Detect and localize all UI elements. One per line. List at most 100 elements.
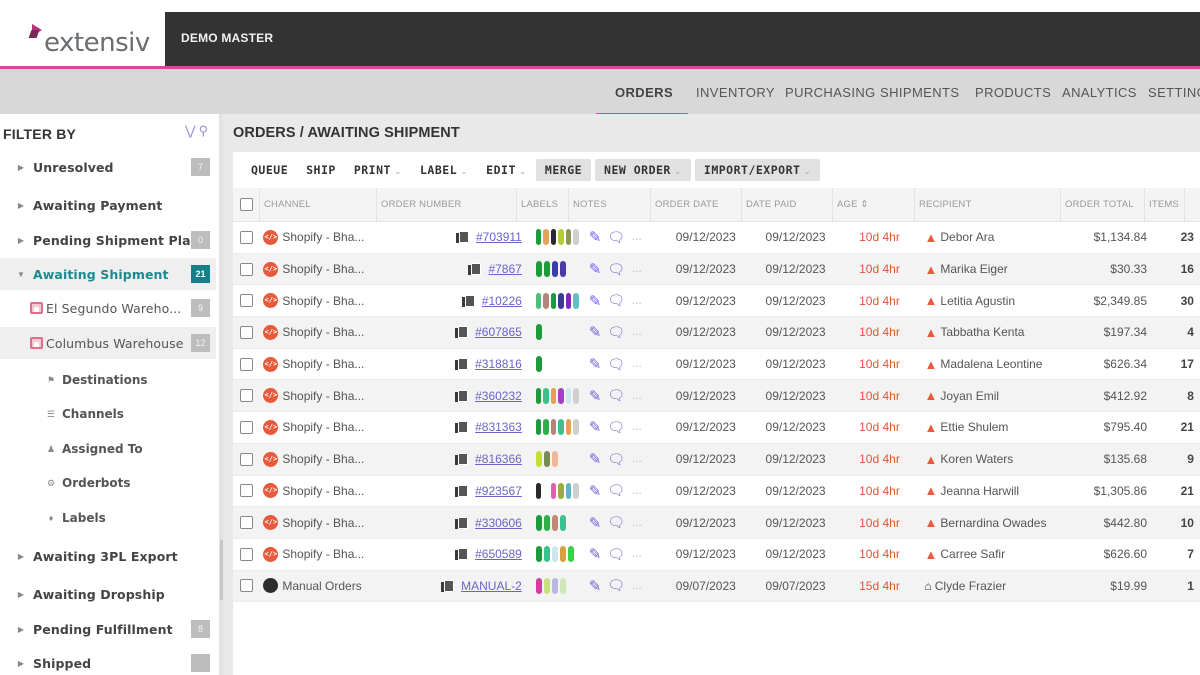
label-pill[interactable] bbox=[543, 419, 549, 436]
label-pill[interactable] bbox=[567, 546, 574, 563]
comment-icon[interactable]: 🗨 bbox=[607, 482, 625, 499]
comment-icon[interactable]: 🗨 bbox=[607, 356, 625, 373]
label-pill[interactable] bbox=[543, 577, 550, 594]
more-icon[interactable]: … bbox=[631, 390, 642, 402]
label-pill[interactable] bbox=[565, 482, 572, 499]
more-icon[interactable]: … bbox=[631, 580, 642, 592]
recipient-name[interactable]: Bernardina Owades bbox=[940, 516, 1046, 530]
label-pill[interactable] bbox=[550, 482, 557, 499]
comment-icon[interactable]: 🗨 bbox=[607, 229, 625, 246]
recipient-name[interactable]: Clyde Frazier bbox=[935, 579, 1006, 593]
search-icon[interactable]: ⚲ bbox=[199, 123, 209, 139]
copy-icon[interactable] bbox=[456, 231, 469, 244]
copy-icon[interactable] bbox=[455, 358, 469, 371]
label-pill[interactable] bbox=[565, 229, 572, 246]
filter-el-segundo-warehouse[interactable]: El Segundo Wareho... 9 bbox=[0, 292, 216, 324]
label-pill[interactable] bbox=[551, 514, 558, 531]
row-checkbox[interactable] bbox=[239, 389, 253, 403]
order-number-link[interactable]: MANUAL-2 bbox=[461, 579, 522, 593]
more-icon[interactable]: … bbox=[631, 263, 642, 275]
row-checkbox[interactable] bbox=[239, 420, 253, 434]
table-row[interactable]: </> Shopify - Bha... #607865 ✎ 🗨 … 09/12/2023 0… bbox=[233, 317, 1200, 349]
comment-icon[interactable]: 🗨 bbox=[607, 419, 625, 436]
row-checkbox[interactable] bbox=[239, 516, 253, 530]
table-row[interactable]: </> Shopify - Bha... #923567 ✎ 🗨 … 09/12/2023 0… bbox=[233, 476, 1200, 508]
label-pill[interactable] bbox=[535, 324, 542, 341]
edit-note-icon[interactable]: ✎ bbox=[589, 228, 602, 246]
copy-icon[interactable] bbox=[455, 453, 469, 466]
table-row[interactable]: </> Shopify - Bha... #816366 ✎ 🗨 … 09/12/2023 0… bbox=[233, 443, 1200, 476]
label-pill[interactable] bbox=[565, 292, 572, 309]
copy-icon[interactable] bbox=[455, 548, 469, 561]
order-number-link[interactable]: #650589 bbox=[475, 547, 522, 561]
nav-settings[interactable]: SETTINGS bbox=[1148, 85, 1200, 100]
col-order-total[interactable]: ORDER TOTAL bbox=[1061, 187, 1145, 222]
filter-pending-fulfillment[interactable]: ▶ Pending Fulfillment 8 bbox=[0, 613, 216, 645]
merge-button[interactable]: MERGE bbox=[535, 159, 592, 181]
edit-note-icon[interactable]: ✎ bbox=[589, 260, 602, 278]
label-pill[interactable] bbox=[543, 261, 550, 278]
recipient-name[interactable]: Letitia Agustin bbox=[940, 294, 1015, 308]
more-icon[interactable]: … bbox=[631, 358, 642, 370]
row-checkbox[interactable] bbox=[239, 547, 253, 561]
edit-note-icon[interactable]: ✎ bbox=[589, 292, 602, 310]
label-pill[interactable] bbox=[559, 546, 566, 563]
more-icon[interactable]: … bbox=[631, 421, 642, 433]
label-pill[interactable] bbox=[543, 229, 549, 246]
nav-analytics[interactable]: ANALYTICS bbox=[1062, 85, 1137, 100]
label-pill[interactable] bbox=[535, 356, 542, 373]
label-pill[interactable] bbox=[573, 292, 579, 309]
label-pill[interactable] bbox=[551, 451, 558, 468]
row-checkbox[interactable] bbox=[239, 230, 253, 244]
label-pill[interactable] bbox=[573, 387, 579, 404]
order-number-link[interactable]: #923567 bbox=[475, 484, 522, 498]
label-pill[interactable] bbox=[559, 514, 566, 531]
label-pill[interactable] bbox=[550, 419, 557, 436]
label-pill[interactable] bbox=[543, 482, 549, 499]
recipient-name[interactable]: Tabbatha Kenta bbox=[940, 325, 1024, 339]
row-checkbox[interactable] bbox=[239, 325, 253, 339]
filter-assigned-to[interactable]: ♟ Assigned To bbox=[0, 434, 216, 464]
order-number-link[interactable]: #360232 bbox=[475, 389, 522, 403]
label-pill[interactable] bbox=[543, 451, 550, 468]
row-checkbox[interactable] bbox=[239, 357, 253, 371]
col-recipient[interactable]: RECIPIENT bbox=[915, 187, 1061, 222]
filter-columbus-warehouse[interactable]: Columbus Warehouse 12 bbox=[0, 327, 216, 359]
filter-labels[interactable]: ♦ Labels bbox=[0, 503, 216, 533]
comment-icon[interactable]: 🗨 bbox=[607, 546, 625, 563]
label-pill[interactable] bbox=[535, 577, 542, 594]
label-pill[interactable] bbox=[565, 387, 572, 404]
edit-note-icon[interactable]: ✎ bbox=[589, 545, 602, 563]
edit-note-icon[interactable]: ✎ bbox=[589, 387, 602, 405]
comment-icon[interactable]: 🗨 bbox=[607, 451, 625, 468]
label-pill[interactable] bbox=[535, 451, 542, 468]
order-number-link[interactable]: #330606 bbox=[475, 516, 522, 530]
label-pill[interactable] bbox=[550, 229, 557, 246]
table-row[interactable]: </> Shopify - Bha... #703911 ✎ 🗨 … 09/12/2023 0… bbox=[233, 222, 1200, 254]
copy-icon[interactable] bbox=[455, 516, 469, 529]
col-labels[interactable]: LABELS bbox=[517, 187, 569, 222]
filter-awaiting-dropship[interactable]: ▶ Awaiting Dropship bbox=[0, 578, 216, 610]
row-checkbox[interactable] bbox=[239, 262, 253, 276]
edit-note-icon[interactable]: ✎ bbox=[589, 418, 602, 436]
copy-icon[interactable] bbox=[455, 326, 469, 339]
table-row[interactable]: </> Shopify - Bha... #318816 ✎ 🗨 … 09/12/2023 0… bbox=[233, 349, 1200, 381]
comment-icon[interactable]: 🗨 bbox=[607, 324, 625, 341]
label-pill[interactable] bbox=[543, 514, 550, 531]
copy-icon[interactable] bbox=[455, 421, 469, 434]
label-pill[interactable] bbox=[573, 229, 579, 246]
label-pill[interactable] bbox=[551, 261, 558, 278]
label-pill[interactable] bbox=[550, 292, 557, 309]
filter-orderbots[interactable]: ⚙ Orderbots bbox=[0, 468, 216, 498]
col-notes[interactable]: NOTES bbox=[569, 187, 651, 222]
extensiv-logo[interactable]: extensiv bbox=[30, 22, 150, 56]
table-row[interactable]: </> Shopify - Bha... #831363 ✎ 🗨 … 09/12/2023 0… bbox=[233, 412, 1200, 444]
recipient-name[interactable]: Debor Ara bbox=[940, 230, 994, 244]
table-row[interactable]: Manual Orders MANUAL-2 ✎ 🗨 … 09/07/2023 09/07/… bbox=[233, 570, 1200, 603]
col-order-date[interactable]: ORDER DATE bbox=[651, 187, 742, 222]
table-row[interactable]: </> Shopify - Bha... #330606 ✎ 🗨 … 09/12/2023 0… bbox=[233, 507, 1200, 539]
new-order-button[interactable]: NEW ORDER ⌄ bbox=[595, 159, 691, 181]
edit-note-icon[interactable]: ✎ bbox=[589, 482, 602, 500]
copy-icon[interactable] bbox=[461, 294, 475, 307]
recipient-name[interactable]: Carree Safir bbox=[940, 547, 1005, 561]
